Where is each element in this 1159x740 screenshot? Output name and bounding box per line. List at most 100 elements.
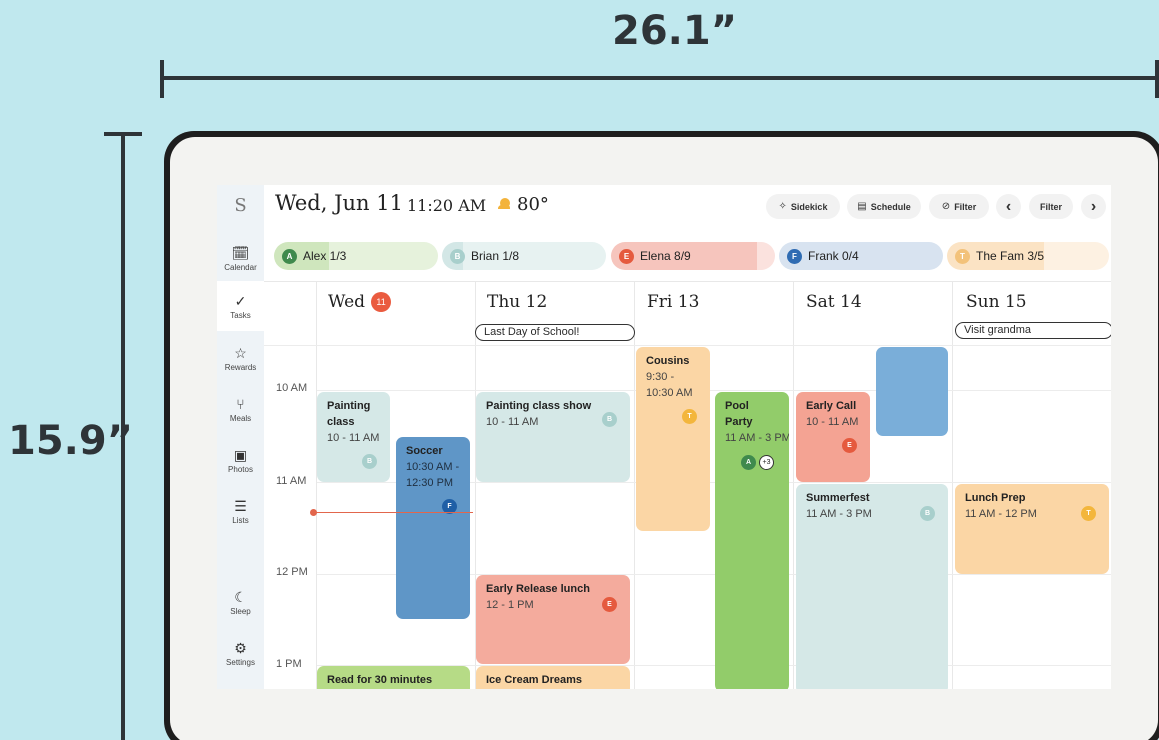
event-time: 11 AM - 3 PM — [725, 432, 789, 444]
event-time: 10 - 11 AM — [806, 416, 859, 428]
current-time: 11:20 AM — [407, 196, 487, 215]
filter-label: Filter — [954, 201, 977, 212]
sidebar-item-tasks[interactable]: ✓ Tasks — [217, 281, 264, 331]
calendar-app-screen: S 🗓 Calendar ✓ Tasks ☆ Rewards ⑂ Meals ▣… — [217, 185, 1111, 689]
sidekick-button[interactable]: ✧ Sidekick — [766, 194, 840, 219]
event-time: 11 AM - 3 PM — [806, 508, 872, 520]
photo-icon: ▣ — [233, 447, 248, 463]
gear-icon: ⚙ — [234, 640, 247, 656]
hour-label: 1 PM — [276, 658, 302, 670]
event-time: 10:30 AM - — [406, 461, 460, 473]
sidebar: S 🗓 Calendar ✓ Tasks ☆ Rewards ⑂ Meals ▣… — [217, 185, 264, 689]
day-header-sun[interactable]: Sun 15 — [966, 292, 1027, 312]
today-badge: 11 — [371, 292, 392, 312]
event-time: 12 - 1 PM — [486, 599, 534, 611]
filter-secondary-label: Filter — [1039, 201, 1062, 212]
star-icon: ☆ — [234, 345, 247, 361]
chip-label: Alex 1/3 — [303, 249, 347, 263]
sidebar-item-sleep[interactable]: ☾ Sleep — [217, 589, 264, 623]
event-title: Pool — [725, 400, 749, 412]
chip-label: Elena 8/9 — [640, 249, 691, 263]
more-attendees-badge: +3 — [759, 455, 774, 470]
event-lunch-prep[interactable]: Lunch Prep 11 AM - 12 PM T — [955, 484, 1109, 574]
schedule-button[interactable]: ▤ Schedule — [847, 194, 921, 219]
person-chip-alex[interactable]: A Alex 1/3 — [274, 242, 438, 270]
filter-secondary-button[interactable]: Filter — [1029, 194, 1073, 219]
sidekick-label: Sidekick — [790, 201, 828, 212]
event-title: Early Release lunch — [486, 583, 590, 595]
header-divider — [264, 345, 1111, 346]
sidebar-item-photos[interactable]: ▣ Photos — [217, 447, 264, 481]
list-icon: ☰ — [234, 498, 247, 514]
sidebar-item-label: Lists — [232, 516, 249, 525]
event-title: Painting class show — [486, 400, 592, 412]
day-label: Fri 13 — [647, 292, 700, 312]
avatar: T — [1081, 506, 1096, 521]
day-header-fri[interactable]: Fri 13 — [647, 292, 699, 312]
week-calendar-grid: 10 AM 11 AM 12 PM 1 PM Wed 11 Thu 12 Fri… — [264, 281, 1111, 689]
temperature: 80° — [517, 194, 549, 215]
person-chip-elena[interactable]: E Elena 8/9 — [611, 242, 775, 270]
event-title: Ice Cream Dreams — [486, 674, 583, 686]
event-pool-party[interactable]: Pool Party 11 AM - 3 PM A +3 — [715, 392, 789, 689]
event-time: 10:30 AM — [646, 387, 693, 399]
avatar: E — [602, 597, 617, 612]
event-title: Read for 30 minutes — [327, 674, 433, 686]
event-painting-class-show[interactable]: Painting class show 10 - 11 AM B — [476, 392, 630, 482]
avatar: T — [955, 248, 970, 264]
event-cousins[interactable]: Cousins 9:30 - 10:30 AM T — [636, 347, 710, 531]
next-week-button[interactable]: › — [1081, 194, 1106, 219]
schedule-icon: ▤ — [857, 201, 867, 212]
chip-label: The Fam 3/5 — [976, 249, 1045, 263]
filter-button[interactable]: ⊘ Filter — [929, 194, 989, 219]
app-logo: S — [234, 195, 247, 216]
previous-week-button[interactable]: ‹ — [996, 194, 1021, 219]
avatar: A — [741, 455, 756, 470]
event-time: 9:30 - — [646, 371, 675, 383]
day-label: Wed — [328, 292, 366, 312]
event-blue-block[interactable] — [876, 347, 948, 436]
event-soccer[interactable]: Soccer 10:30 AM - 12:30 PM F — [396, 437, 470, 619]
event-read-for-30-minutes[interactable]: Read for 30 minutes — [317, 666, 470, 689]
height-dimension-label: 15.9” — [8, 418, 133, 464]
width-dimension-label: 26.1” — [612, 8, 737, 54]
sidebar-item-meals[interactable]: ⑂ Meals — [217, 396, 264, 430]
event-painting-class[interactable]: Painting class 10 - 11 AM B — [317, 392, 390, 482]
sidebar-item-lists[interactable]: ☰ Lists — [217, 498, 264, 532]
sidebar-item-label: Calendar — [224, 263, 257, 272]
chip-label: Frank 0/4 — [808, 249, 859, 263]
event-title: Early Call — [806, 400, 857, 412]
person-chip-the-fam[interactable]: T The Fam 3/5 — [947, 242, 1109, 270]
day-label: Sat 14 — [806, 292, 862, 312]
allday-event-visit-grandma[interactable]: Visit grandma — [955, 322, 1111, 339]
avatar: E — [619, 248, 634, 264]
person-chip-brian[interactable]: B Brian 1/8 — [442, 242, 606, 270]
person-chip-frank[interactable]: F Frank 0/4 — [779, 242, 943, 270]
event-title: Cousins — [646, 355, 690, 367]
event-ice-cream-dreams[interactable]: Ice Cream Dreams — [476, 666, 630, 689]
avatar: F — [787, 248, 802, 264]
sidebar-item-label: Settings — [226, 658, 255, 667]
avatar: E — [842, 438, 857, 453]
eye-off-icon: ⊘ — [941, 201, 951, 212]
sidebar-item-settings[interactable]: ⚙ Settings — [217, 640, 264, 674]
sidebar-item-label: Rewards — [224, 363, 257, 372]
current-time-line — [313, 512, 473, 513]
allday-event-last-day-of-school[interactable]: Last Day of School! — [475, 324, 635, 341]
event-summerfest[interactable]: Summerfest 11 AM - 3 PM B — [796, 484, 948, 689]
avatar: B — [602, 412, 617, 427]
day-header-sat[interactable]: Sat 14 — [806, 292, 862, 312]
width-dimension-cap-right — [1155, 60, 1159, 98]
hour-label: 11 AM — [276, 475, 307, 487]
sidebar-item-rewards[interactable]: ☆ Rewards — [217, 345, 264, 379]
day-header-thu[interactable]: Thu 12 — [487, 292, 547, 312]
hour-label: 10 AM — [276, 382, 308, 394]
sidebar-item-calendar[interactable]: 🗓 Calendar — [217, 243, 264, 277]
event-early-release-lunch[interactable]: Early Release lunch 12 - 1 PM E — [476, 575, 630, 664]
event-early-call[interactable]: Early Call 10 - 11 AM E — [796, 392, 870, 482]
sparkle-icon: ✧ — [778, 201, 787, 212]
event-time: 12:30 PM — [406, 477, 454, 489]
sidebar-item-label: Meals — [229, 414, 252, 423]
event-title: Painting — [327, 400, 371, 412]
day-header-wed[interactable]: Wed 11 — [328, 292, 392, 312]
